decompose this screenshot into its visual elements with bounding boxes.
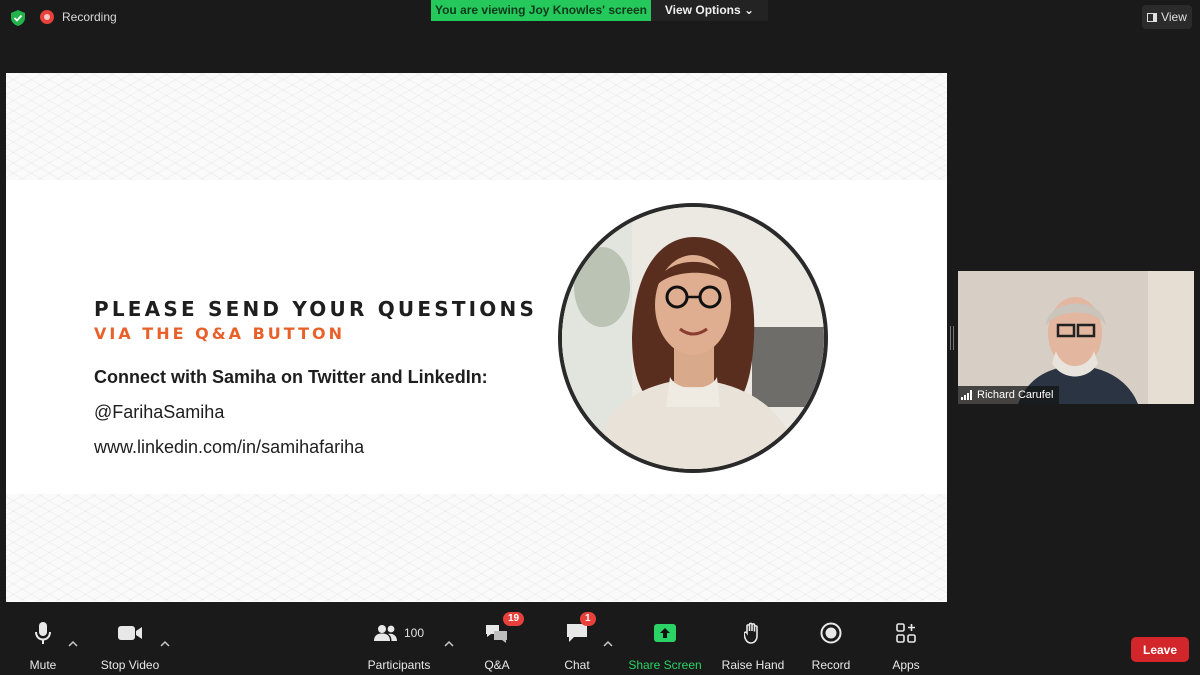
- participants-button[interactable]: 100 Participants: [368, 618, 430, 672]
- chat-bubble-icon: 1: [566, 612, 596, 648]
- shield-icon[interactable]: [9, 9, 27, 27]
- raise-hand-label: Raise Hand: [721, 658, 785, 672]
- video-options-chevron-up-icon[interactable]: [160, 635, 170, 647]
- shared-screen: PLEASE SEND YOUR QUESTIONS VIA THE Q&A B…: [6, 73, 947, 602]
- video-camera-icon: [117, 618, 143, 648]
- view-layout-icon: [1147, 12, 1158, 22]
- chat-options-chevron-up-icon[interactable]: [603, 635, 613, 647]
- chat-label: Chat: [564, 658, 590, 672]
- slide-subheading: VIA THE Q&A BUTTON: [94, 324, 345, 343]
- qa-button[interactable]: 19 Q&A: [484, 612, 525, 672]
- chat-button[interactable]: 1 Chat: [564, 612, 596, 672]
- qa-icon: 19: [485, 612, 525, 648]
- mute-options-chevron-up-icon[interactable]: [68, 635, 78, 647]
- mute-button[interactable]: Mute: [28, 618, 58, 672]
- signal-bars-icon: [961, 390, 972, 400]
- record-button[interactable]: Record: [812, 618, 850, 672]
- connect-text: Connect with Samiha on Twitter and Linke…: [94, 367, 488, 387]
- raise-hand-button[interactable]: Raise Hand: [721, 618, 785, 672]
- leave-button[interactable]: Leave: [1131, 637, 1189, 662]
- mute-label: Mute: [29, 658, 57, 672]
- participants-icon-group: 100: [373, 618, 425, 648]
- share-screen-button[interactable]: Share Screen: [628, 618, 702, 672]
- chevron-down-icon: ⌄: [744, 3, 755, 17]
- view-button[interactable]: View: [1142, 5, 1192, 29]
- stop-video-button[interactable]: Stop Video: [100, 618, 160, 672]
- slide-heading: PLEASE SEND YOUR QUESTIONS: [94, 297, 538, 321]
- apps-label: Apps: [892, 658, 920, 672]
- meeting-toolbar: Mute Stop Video 100 Participants 19 Q&A …: [0, 612, 1200, 675]
- record-label: Record: [811, 658, 851, 672]
- chat-badge: 1: [580, 612, 596, 626]
- viewing-banner: You are viewing Joy Knowles' screen: [431, 0, 651, 21]
- speaker-video-image: [958, 271, 1194, 404]
- linkedin-url: www.linkedin.com/in/samihafariha: [94, 437, 365, 457]
- qa-badge: 19: [503, 612, 525, 626]
- apps-icon: [896, 618, 916, 648]
- speaker-name-tag: Richard Carufel: [958, 386, 1060, 404]
- people-icon: [373, 625, 397, 641]
- qa-label: Q&A: [484, 658, 510, 672]
- participants-label: Participants: [367, 658, 431, 672]
- slide-pattern-top: [6, 73, 947, 180]
- stop-video-label: Stop Video: [100, 658, 160, 672]
- view-options-label: View Options: [664, 3, 741, 17]
- raise-hand-icon: [744, 618, 762, 648]
- speaker-name: Richard Carufel: [977, 389, 1054, 401]
- recording-label: Recording: [62, 10, 117, 24]
- share-screen-icon: [654, 618, 676, 648]
- speaker-video-thumbnail[interactable]: Richard Carufel: [958, 271, 1194, 404]
- twitter-handle: @FarihaSamiha: [94, 402, 225, 422]
- share-screen-label: Share Screen: [628, 658, 702, 672]
- speaker-portrait: [558, 203, 828, 473]
- recording-indicator[interactable]: Recording: [40, 10, 117, 24]
- panel-splitter-handle[interactable]: [950, 326, 954, 350]
- view-options-button[interactable]: View Options ⌄: [651, 0, 768, 21]
- microphone-icon: [34, 618, 52, 648]
- view-label: View: [1161, 10, 1187, 24]
- top-bar: Recording You are viewing Joy Knowles' s…: [0, 0, 1200, 36]
- participants-count: 100: [403, 626, 425, 640]
- slide-pattern-bottom: [6, 494, 947, 601]
- record-dot-icon: [40, 10, 54, 24]
- record-icon: [820, 618, 842, 648]
- participants-options-chevron-up-icon[interactable]: [444, 635, 454, 647]
- apps-button[interactable]: Apps: [892, 618, 920, 672]
